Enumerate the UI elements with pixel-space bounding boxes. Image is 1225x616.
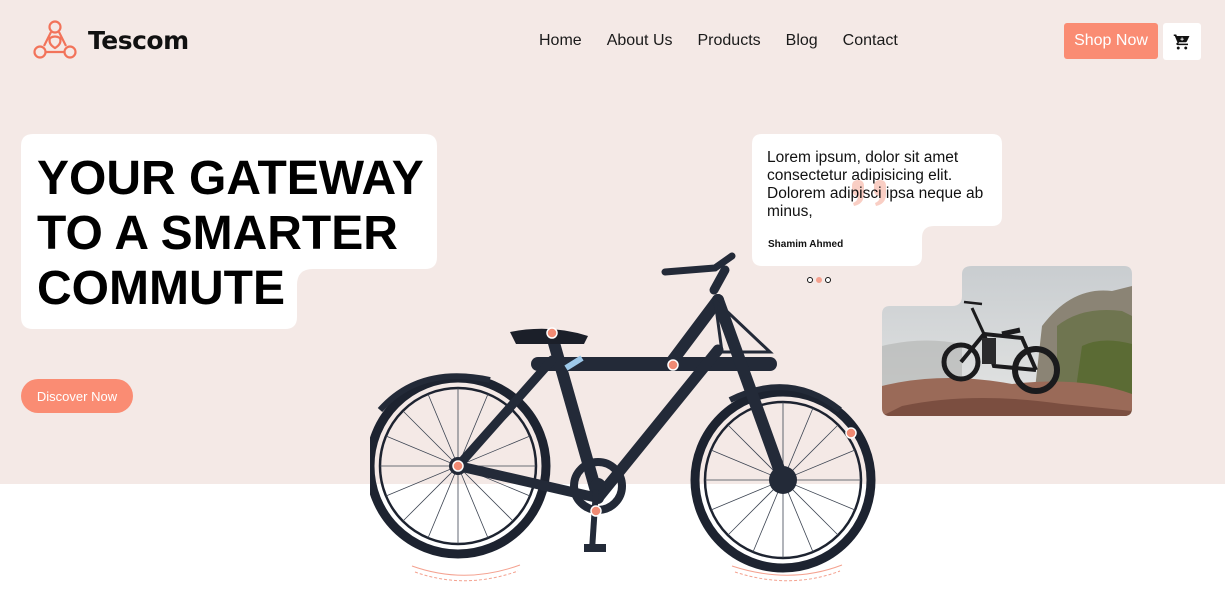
nav-contact[interactable]: Contact — [843, 32, 898, 50]
cart-icon — [1173, 34, 1190, 49]
hub-logo-icon — [33, 20, 77, 59]
brand-logo[interactable]: Tescom — [33, 19, 189, 61]
nav-about-us[interactable]: About Us — [607, 32, 673, 50]
shop-now-button[interactable]: Shop Now — [1064, 23, 1158, 59]
nav-products[interactable]: Products — [698, 32, 761, 50]
main-nav: Home About Us Products Blog Contact — [539, 32, 898, 50]
headline-line-2: TO A SMARTER — [37, 207, 398, 260]
hero-bicycle-image — [370, 252, 876, 582]
nav-home[interactable]: Home — [539, 32, 582, 50]
ebike-photo-card[interactable] — [882, 266, 1132, 416]
testimonial-text: Lorem ipsum, dolor sit amet consectetur … — [767, 149, 984, 220]
discover-now-button[interactable]: Discover Now — [21, 379, 133, 413]
headline-line-3: COMMUTE — [37, 262, 285, 315]
brand-name: Tescom — [88, 25, 189, 55]
cart-button[interactable] — [1163, 23, 1201, 60]
hero-headline: YOUR GATEWAY TO A SMARTER COMMUTE — [37, 151, 424, 316]
nav-blog[interactable]: Blog — [786, 32, 818, 50]
headline-line-1: YOUR GATEWAY — [37, 152, 424, 205]
ebike-mountain-photo — [882, 266, 1132, 416]
